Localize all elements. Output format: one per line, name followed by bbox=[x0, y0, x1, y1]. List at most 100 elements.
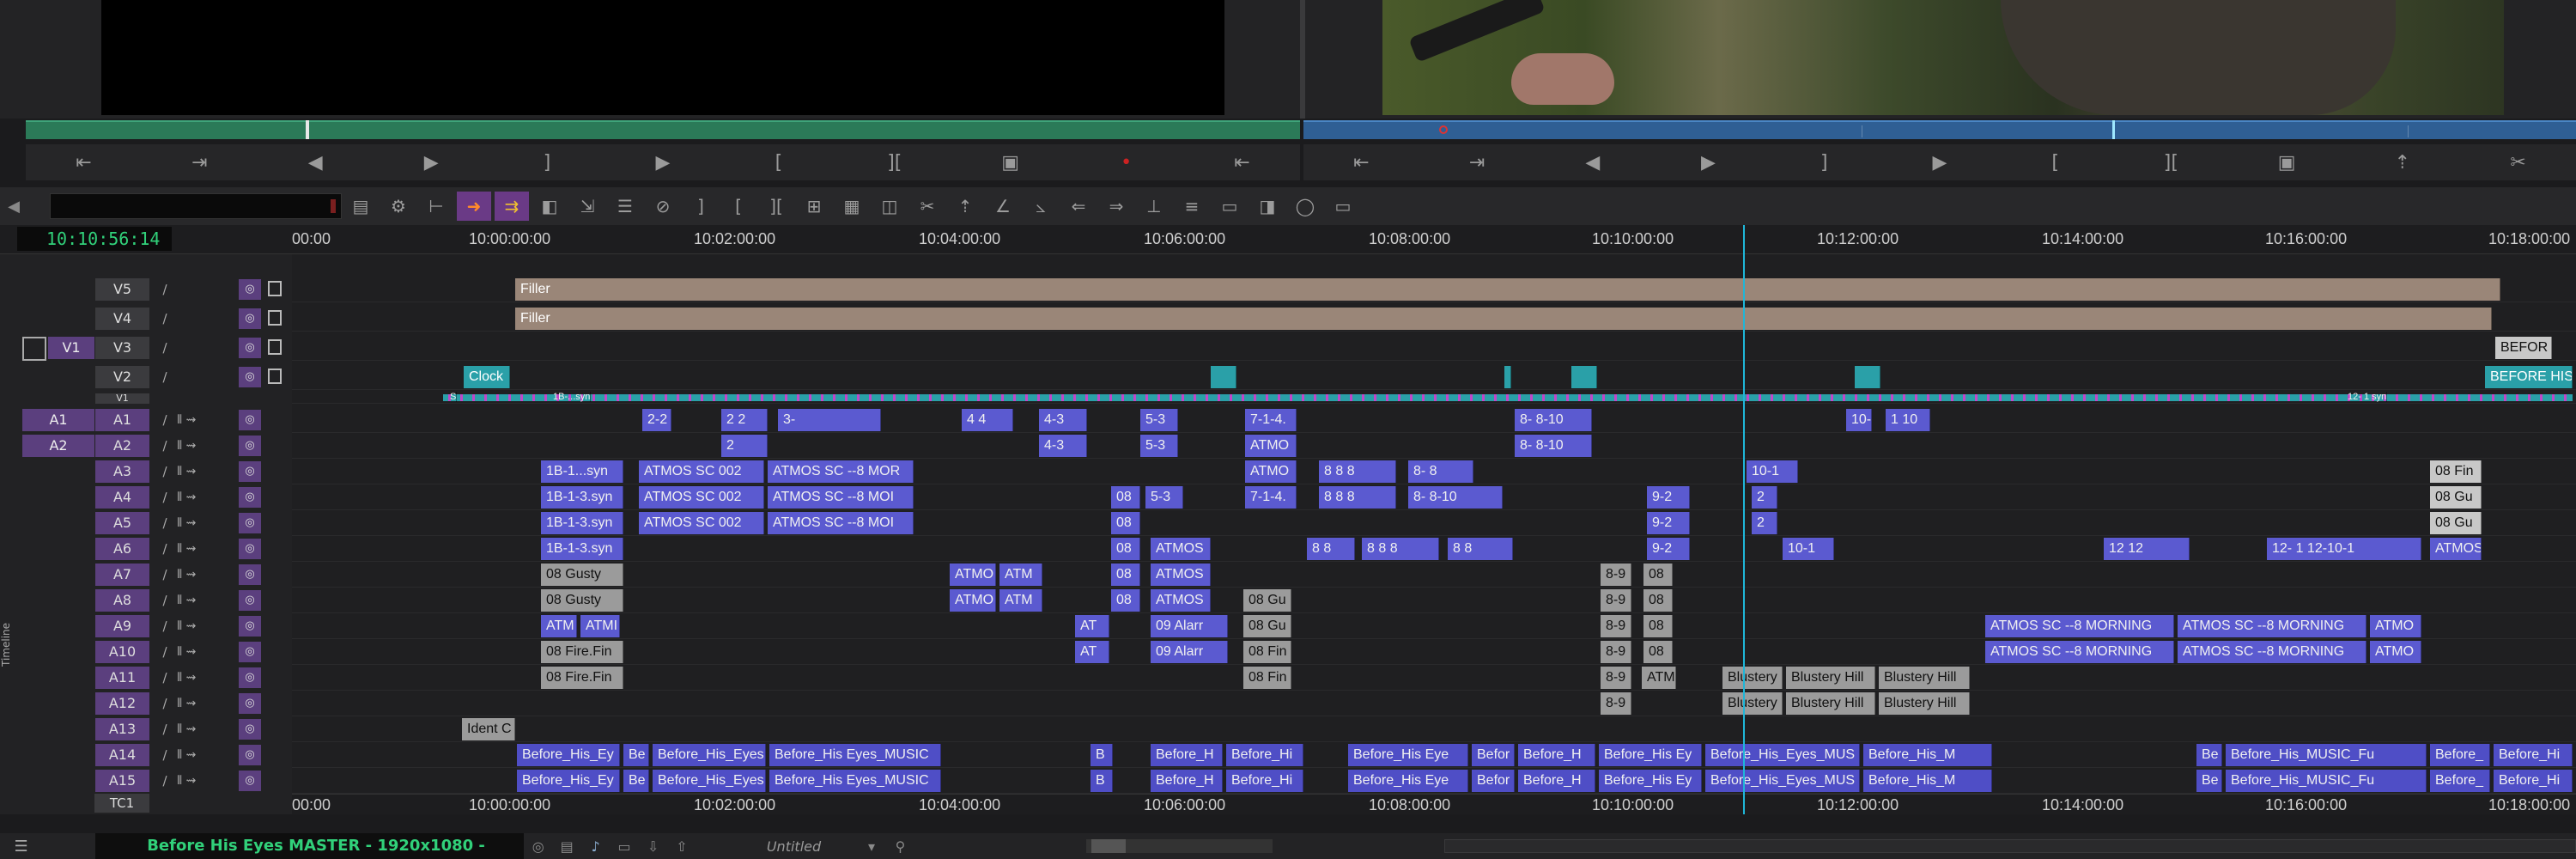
track-name[interactable]: A7 bbox=[94, 564, 149, 586]
clip[interactable]: 8 8 bbox=[1448, 538, 1513, 560]
track-color-icon[interactable]: ▤ bbox=[552, 838, 580, 855]
match-frame-icon[interactable]: ◫ bbox=[872, 192, 907, 221]
clip[interactable]: ATMOS bbox=[1151, 589, 1211, 612]
clip[interactable]: Be bbox=[2196, 744, 2222, 766]
clip[interactable]: 12- 1 syn bbox=[2342, 392, 2388, 402]
lock-icon[interactable]: ∕ bbox=[155, 308, 175, 330]
angle-icon[interactable]: ∠ bbox=[986, 192, 1020, 221]
clip-segment[interactable] bbox=[1504, 366, 1511, 388]
grid-icon[interactable]: ▦ bbox=[835, 192, 869, 221]
record-track-a2[interactable]: A2 bbox=[22, 435, 94, 457]
clip[interactable]: ATMO bbox=[2370, 641, 2421, 663]
source-position-indicator[interactable] bbox=[306, 120, 309, 139]
clip[interactable]: 08 bbox=[1643, 615, 1673, 637]
track-monitor-icon[interactable]: ◎ bbox=[239, 719, 261, 740]
clip[interactable]: 08 bbox=[1111, 512, 1140, 534]
clip[interactable]: 1B-1-3.syn bbox=[541, 538, 623, 560]
mark-in-icon[interactable]: [ bbox=[762, 152, 796, 174]
track-monitor-icon[interactable]: ◎ bbox=[239, 642, 261, 662]
track-name[interactable]: V1 bbox=[94, 393, 149, 404]
clip[interactable]: Before_His_Eyes_MUS bbox=[1705, 744, 1860, 766]
lock-icon[interactable]: ∕ bbox=[155, 460, 175, 483]
clip[interactable]: Blustery bbox=[1722, 692, 1783, 715]
clip[interactable]: 08 Gu bbox=[2430, 486, 2482, 509]
clip[interactable]: Before_ bbox=[2430, 770, 2490, 792]
clip[interactable]: 08 Gusty bbox=[541, 589, 623, 612]
clip[interactable]: AT bbox=[1075, 641, 1109, 663]
track-name[interactable]: A8 bbox=[94, 589, 149, 612]
lock-icon[interactable]: ∕ bbox=[155, 435, 175, 457]
clip[interactable]: 8- 8-10 bbox=[1515, 435, 1592, 457]
clip[interactable]: 1 10 bbox=[1886, 409, 1930, 431]
lock-icon[interactable]: ∕ bbox=[155, 538, 175, 560]
clear-marks-icon[interactable]: ▣ bbox=[2269, 152, 2304, 174]
clip[interactable]: ATMOS SC --8 MORNING bbox=[2178, 641, 2366, 663]
clip[interactable]: 2 bbox=[721, 435, 768, 457]
clip[interactable]: 08 bbox=[1643, 641, 1673, 663]
clip[interactable]: Before_H bbox=[1518, 744, 1595, 766]
clip[interactable]: Before_His_Ey bbox=[517, 744, 620, 766]
track-monitor-icon[interactable]: ◎ bbox=[239, 771, 261, 791]
clip[interactable]: 08 Gusty bbox=[541, 564, 623, 586]
clip[interactable]: 4-3 bbox=[1039, 409, 1087, 431]
track-name[interactable]: A3 bbox=[94, 460, 149, 483]
clip[interactable]: S bbox=[445, 392, 458, 402]
overwrite-icon[interactable]: ☰ bbox=[608, 192, 642, 221]
solo-mute-icon[interactable]: ⦀ ⇝ bbox=[177, 409, 240, 431]
track-monitor-icon[interactable]: ◎ bbox=[239, 308, 261, 329]
clip[interactable]: 08 bbox=[1643, 589, 1673, 612]
solo-mute-icon[interactable]: ⦀ ⇝ bbox=[177, 512, 240, 534]
clip[interactable]: ATMOS SC 002 bbox=[639, 460, 764, 483]
clip[interactable]: 08 Gu bbox=[2430, 512, 2482, 534]
lift-icon[interactable]: ⇡ bbox=[948, 192, 982, 221]
track-monitor-icon[interactable]: ◎ bbox=[239, 590, 261, 611]
trim-icon[interactable]: ◧ bbox=[532, 192, 567, 221]
clip[interactable]: 2-2 bbox=[642, 409, 671, 431]
solo-mute-icon[interactable]: ⦀ ⇝ bbox=[177, 564, 240, 586]
clip[interactable]: ATMOS bbox=[2430, 538, 2482, 560]
solo-mute-icon[interactable]: ⦀ ⇝ bbox=[177, 744, 240, 766]
clear-marks-icon[interactable]: ⊞ bbox=[797, 192, 831, 221]
clip[interactable]: Before_Hi bbox=[1226, 770, 1303, 792]
rewind-icon[interactable]: ◀ bbox=[298, 152, 332, 174]
track-name[interactable]: A14 bbox=[94, 744, 149, 766]
clip[interactable]: ATMO bbox=[950, 564, 996, 586]
clip[interactable]: 10-1 bbox=[1783, 538, 1834, 560]
mark-clip-icon[interactable]: ][ bbox=[2154, 152, 2188, 174]
step-back-icon[interactable]: ⇤ bbox=[66, 152, 100, 174]
clip[interactable]: Be bbox=[2196, 770, 2222, 792]
clip[interactable]: 1B-1-3.syn bbox=[541, 486, 623, 509]
clip-segment[interactable] bbox=[1855, 366, 1880, 388]
source-monitor[interactable] bbox=[101, 0, 1224, 115]
clip[interactable]: 8 8 bbox=[1307, 538, 1355, 560]
clip[interactable]: Before_His_Eyes bbox=[653, 770, 766, 792]
solo-mute-icon[interactable]: ⦀ ⇝ bbox=[177, 538, 240, 560]
mark-out-icon[interactable]: ] bbox=[1807, 152, 1841, 174]
clip[interactable]: Before_His Eyes_MUSIC bbox=[769, 770, 941, 792]
visibility-icon[interactable] bbox=[268, 339, 282, 355]
visibility-icon[interactable] bbox=[268, 281, 282, 296]
clip[interactable]: 1B-...syn bbox=[548, 392, 592, 402]
clip[interactable]: 8-9 bbox=[1601, 615, 1631, 637]
clip[interactable]: AT bbox=[1075, 615, 1109, 637]
clip[interactable]: ATMOS SC --8 MOI bbox=[768, 512, 914, 534]
clip[interactable]: BEFOR bbox=[2495, 337, 2552, 359]
clip[interactable]: Before_His Ey bbox=[1599, 770, 1702, 792]
track-monitor-icon[interactable]: ◎ bbox=[239, 667, 261, 688]
lock-icon[interactable]: ∕ bbox=[155, 409, 175, 431]
menu-icon[interactable]: ▤ bbox=[343, 192, 378, 221]
clip[interactable]: ATM bbox=[1642, 667, 1676, 689]
clip[interactable]: Before_H bbox=[1151, 770, 1223, 792]
track-monitor-icon[interactable]: ◎ bbox=[239, 338, 261, 358]
track-name[interactable]: V2 bbox=[94, 366, 149, 388]
horizontal-scrollbar[interactable] bbox=[1443, 839, 2576, 853]
track-monitor-icon[interactable]: ◎ bbox=[239, 279, 261, 300]
rewind-icon[interactable]: ◀ bbox=[1576, 152, 1610, 174]
clip[interactable]: 12- 1 12-10-1 bbox=[2267, 538, 2421, 560]
clip[interactable]: 7-1-4. bbox=[1245, 409, 1297, 431]
clip[interactable]: 8-9 bbox=[1601, 589, 1631, 612]
clip[interactable]: Before_His_Eyes_MUS bbox=[1705, 770, 1860, 792]
solo-mute-icon[interactable]: ⦀ ⇝ bbox=[177, 667, 240, 689]
align-icon[interactable]: ⊥ bbox=[1137, 192, 1171, 221]
track-monitor-icon[interactable]: ◎ bbox=[239, 616, 261, 637]
